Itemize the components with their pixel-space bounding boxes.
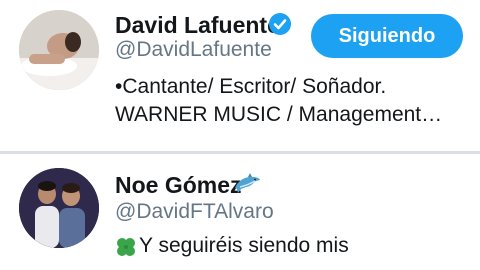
- display-name[interactable]: David Lafuente: [115, 12, 280, 39]
- display-name[interactable]: Noe Gómez: [115, 172, 242, 199]
- bio-line: •Cantante/ Escritor/ Soñador.: [115, 75, 387, 98]
- bio-line: Y seguiréis siendo mis: [139, 234, 349, 257]
- four-leaf-clover-icon: [115, 236, 137, 258]
- avatar[interactable]: [19, 10, 99, 90]
- avatar[interactable]: [19, 168, 99, 248]
- verified-badge-icon: [268, 12, 292, 36]
- user-handle: @DavidFTAlvaro: [115, 200, 274, 223]
- dolphin-icon: [232, 172, 262, 196]
- bio-line: WARNER MUSIC / Management…: [115, 103, 443, 126]
- following-button[interactable]: Siguiendo: [311, 14, 463, 58]
- user-handle: @DavidLafuente: [115, 38, 272, 61]
